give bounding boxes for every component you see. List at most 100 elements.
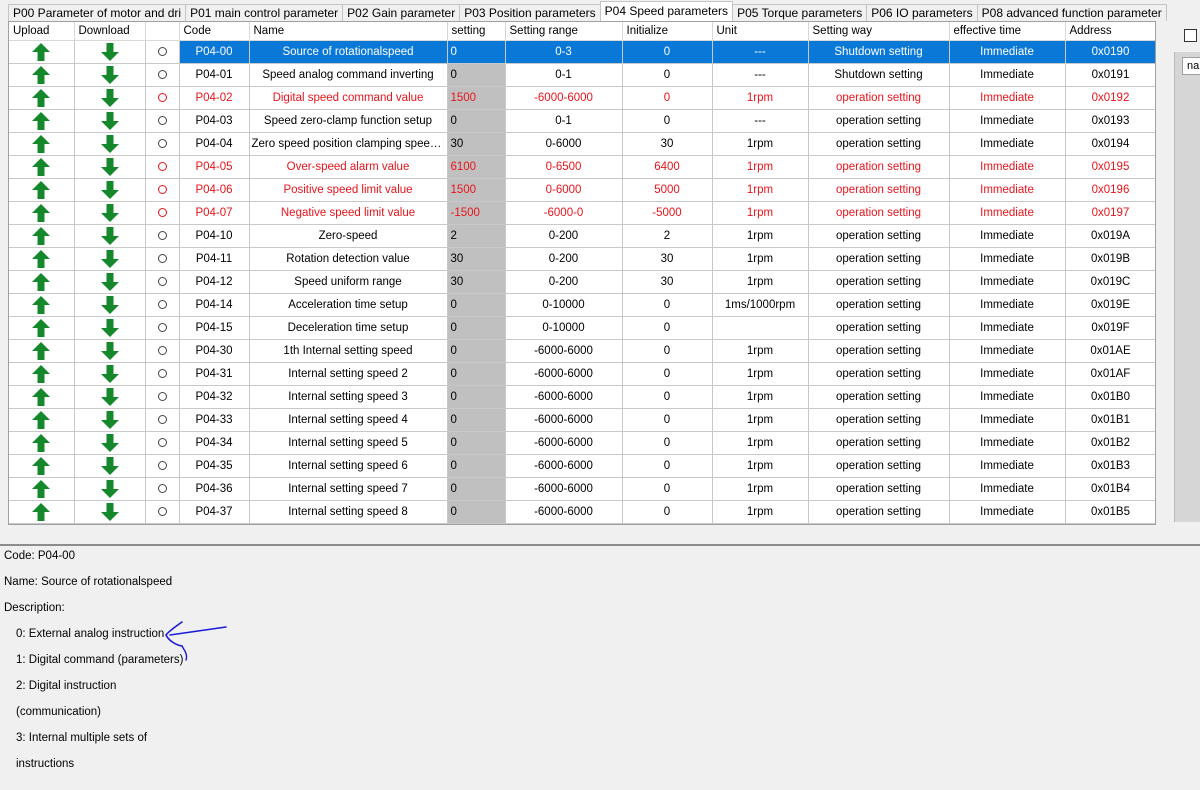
upload-button[interactable] — [9, 454, 75, 478]
download-button[interactable] — [74, 132, 146, 156]
table-row[interactable]: P04-32 Internal setting speed 3 0 -6000-600… — [9, 385, 1155, 409]
download-button[interactable] — [74, 385, 146, 409]
upload-button[interactable] — [9, 155, 75, 179]
download-button[interactable] — [74, 63, 146, 87]
table-row[interactable]: P04-37 Internal setting speed 8 0 -6000-600… — [9, 500, 1155, 524]
tab-p02-gain-parameter[interactable]: P02 Gain parameter — [342, 4, 461, 21]
setting-cell[interactable]: 0 — [447, 500, 506, 524]
row-select-radio[interactable] — [145, 339, 180, 363]
table-row[interactable]: P04-14 Acceleration time setup 0 0-10000 0 1m… — [9, 293, 1155, 317]
setting-cell[interactable]: 30 — [447, 247, 506, 271]
setting-cell[interactable]: 30 — [447, 132, 506, 156]
upload-button[interactable] — [9, 109, 75, 133]
download-button[interactable] — [74, 408, 146, 432]
column-header[interactable] — [145, 22, 180, 41]
table-row[interactable]: P04-33 Internal setting speed 4 0 -6000-600… — [9, 408, 1155, 432]
setting-cell[interactable]: 0 — [447, 431, 506, 455]
row-select-radio[interactable] — [145, 385, 180, 409]
setting-cell[interactable]: 0 — [447, 63, 506, 87]
column-header[interactable]: Setting range — [505, 22, 623, 41]
table-row[interactable]: P04-00 Source of rotationalspeed 0 0-3 0 --- S… — [9, 40, 1155, 64]
table-row[interactable]: P04-11 Rotation detection value 30 0-200 30 1… — [9, 247, 1155, 271]
upload-button[interactable] — [9, 408, 75, 432]
row-select-radio[interactable] — [145, 362, 180, 386]
download-button[interactable] — [74, 477, 146, 501]
row-select-radio[interactable] — [145, 500, 180, 524]
row-select-radio[interactable] — [145, 316, 180, 340]
setting-cell[interactable]: 0 — [447, 339, 506, 363]
download-button[interactable] — [74, 201, 146, 225]
table-row[interactable]: P04-36 Internal setting speed 7 0 -6000-600… — [9, 477, 1155, 501]
table-row[interactable]: P04-02 Digital speed command value 1500 -60… — [9, 86, 1155, 110]
download-button[interactable] — [74, 270, 146, 294]
setting-cell[interactable]: 6100 — [447, 155, 506, 179]
column-header[interactable]: Initialize — [622, 22, 713, 41]
upload-button[interactable] — [9, 500, 75, 524]
setting-cell[interactable]: 0 — [447, 293, 506, 317]
download-button[interactable] — [74, 293, 146, 317]
setting-cell[interactable]: 0 — [447, 385, 506, 409]
right-checkbox[interactable] — [1184, 29, 1197, 42]
download-button[interactable] — [74, 109, 146, 133]
upload-button[interactable] — [9, 86, 75, 110]
download-button[interactable] — [74, 431, 146, 455]
upload-button[interactable] — [9, 247, 75, 271]
upload-button[interactable] — [9, 132, 75, 156]
table-row[interactable]: P04-03 Speed zero-clamp function setup 0 0-… — [9, 109, 1155, 133]
download-button[interactable] — [74, 86, 146, 110]
tab-p06-io-parameters[interactable]: P06 IO parameters — [866, 4, 978, 21]
download-button[interactable] — [74, 316, 146, 340]
download-button[interactable] — [74, 247, 146, 271]
row-select-radio[interactable] — [145, 40, 180, 64]
column-header[interactable]: Setting way — [808, 22, 950, 41]
row-select-radio[interactable] — [145, 431, 180, 455]
table-row[interactable]: P04-07 Negative speed limit value -1500 -60… — [9, 201, 1155, 225]
tab-p00-parameter-of-motor-and-dri[interactable]: P00 Parameter of motor and dri — [8, 4, 187, 21]
setting-cell[interactable]: 1500 — [447, 178, 506, 202]
download-button[interactable] — [74, 500, 146, 524]
tab-p01-main-control-parameter[interactable]: P01 main control parameter — [185, 4, 344, 21]
upload-button[interactable] — [9, 224, 75, 248]
table-row[interactable]: P04-05 Over-speed alarm value 6100 0-6500 64… — [9, 155, 1155, 179]
column-header[interactable]: Download — [74, 22, 146, 41]
row-select-radio[interactable] — [145, 477, 180, 501]
table-row[interactable]: P04-30 1th Internal setting speed 0 -6000-6… — [9, 339, 1155, 363]
column-header[interactable]: effective time — [949, 22, 1066, 41]
download-button[interactable] — [74, 178, 146, 202]
upload-button[interactable] — [9, 316, 75, 340]
setting-cell[interactable]: 0 — [447, 40, 506, 64]
tab-p08-advanced-function-parameter[interactable]: P08 advanced function parameter — [976, 4, 1167, 21]
download-button[interactable] — [74, 155, 146, 179]
setting-cell[interactable]: 0 — [447, 408, 506, 432]
table-row[interactable]: P04-34 Internal setting speed 5 0 -6000-600… — [9, 431, 1155, 455]
row-select-radio[interactable] — [145, 454, 180, 478]
download-button[interactable] — [74, 454, 146, 478]
upload-button[interactable] — [9, 293, 75, 317]
row-select-radio[interactable] — [145, 293, 180, 317]
setting-cell[interactable]: 0 — [447, 477, 506, 501]
table-row[interactable]: P04-04 Zero speed position clamping speed… — [9, 132, 1155, 156]
download-button[interactable] — [74, 339, 146, 363]
row-select-radio[interactable] — [145, 178, 180, 202]
setting-cell[interactable]: 0 — [447, 316, 506, 340]
table-row[interactable]: P04-12 Speed uniform range 30 0-200 30 1rpm op… — [9, 270, 1155, 294]
table-row[interactable]: P04-06 Positive speed limit value 1500 0-60… — [9, 178, 1155, 202]
setting-cell[interactable]: 1500 — [447, 86, 506, 110]
row-select-radio[interactable] — [145, 247, 180, 271]
upload-button[interactable] — [9, 40, 75, 64]
upload-button[interactable] — [9, 339, 75, 363]
setting-cell[interactable]: 2 — [447, 224, 506, 248]
table-row[interactable]: P04-35 Internal setting speed 6 0 -6000-600… — [9, 454, 1155, 478]
tab-p03-position-parameters[interactable]: P03 Position parameters — [459, 4, 601, 21]
upload-button[interactable] — [9, 431, 75, 455]
table-row[interactable]: P04-01 Speed analog command inverting 0 0-1… — [9, 63, 1155, 87]
column-header[interactable]: Upload — [9, 22, 75, 41]
download-button[interactable] — [74, 362, 146, 386]
tab-p04-speed-parameters[interactable]: P04 Speed parameters — [599, 1, 734, 21]
upload-button[interactable] — [9, 385, 75, 409]
column-header[interactable]: Address — [1065, 22, 1155, 41]
column-header[interactable]: Name — [249, 22, 448, 41]
setting-cell[interactable]: -1500 — [447, 201, 506, 225]
row-select-radio[interactable] — [145, 270, 180, 294]
table-row[interactable]: P04-31 Internal setting speed 2 0 -6000-600… — [9, 362, 1155, 386]
